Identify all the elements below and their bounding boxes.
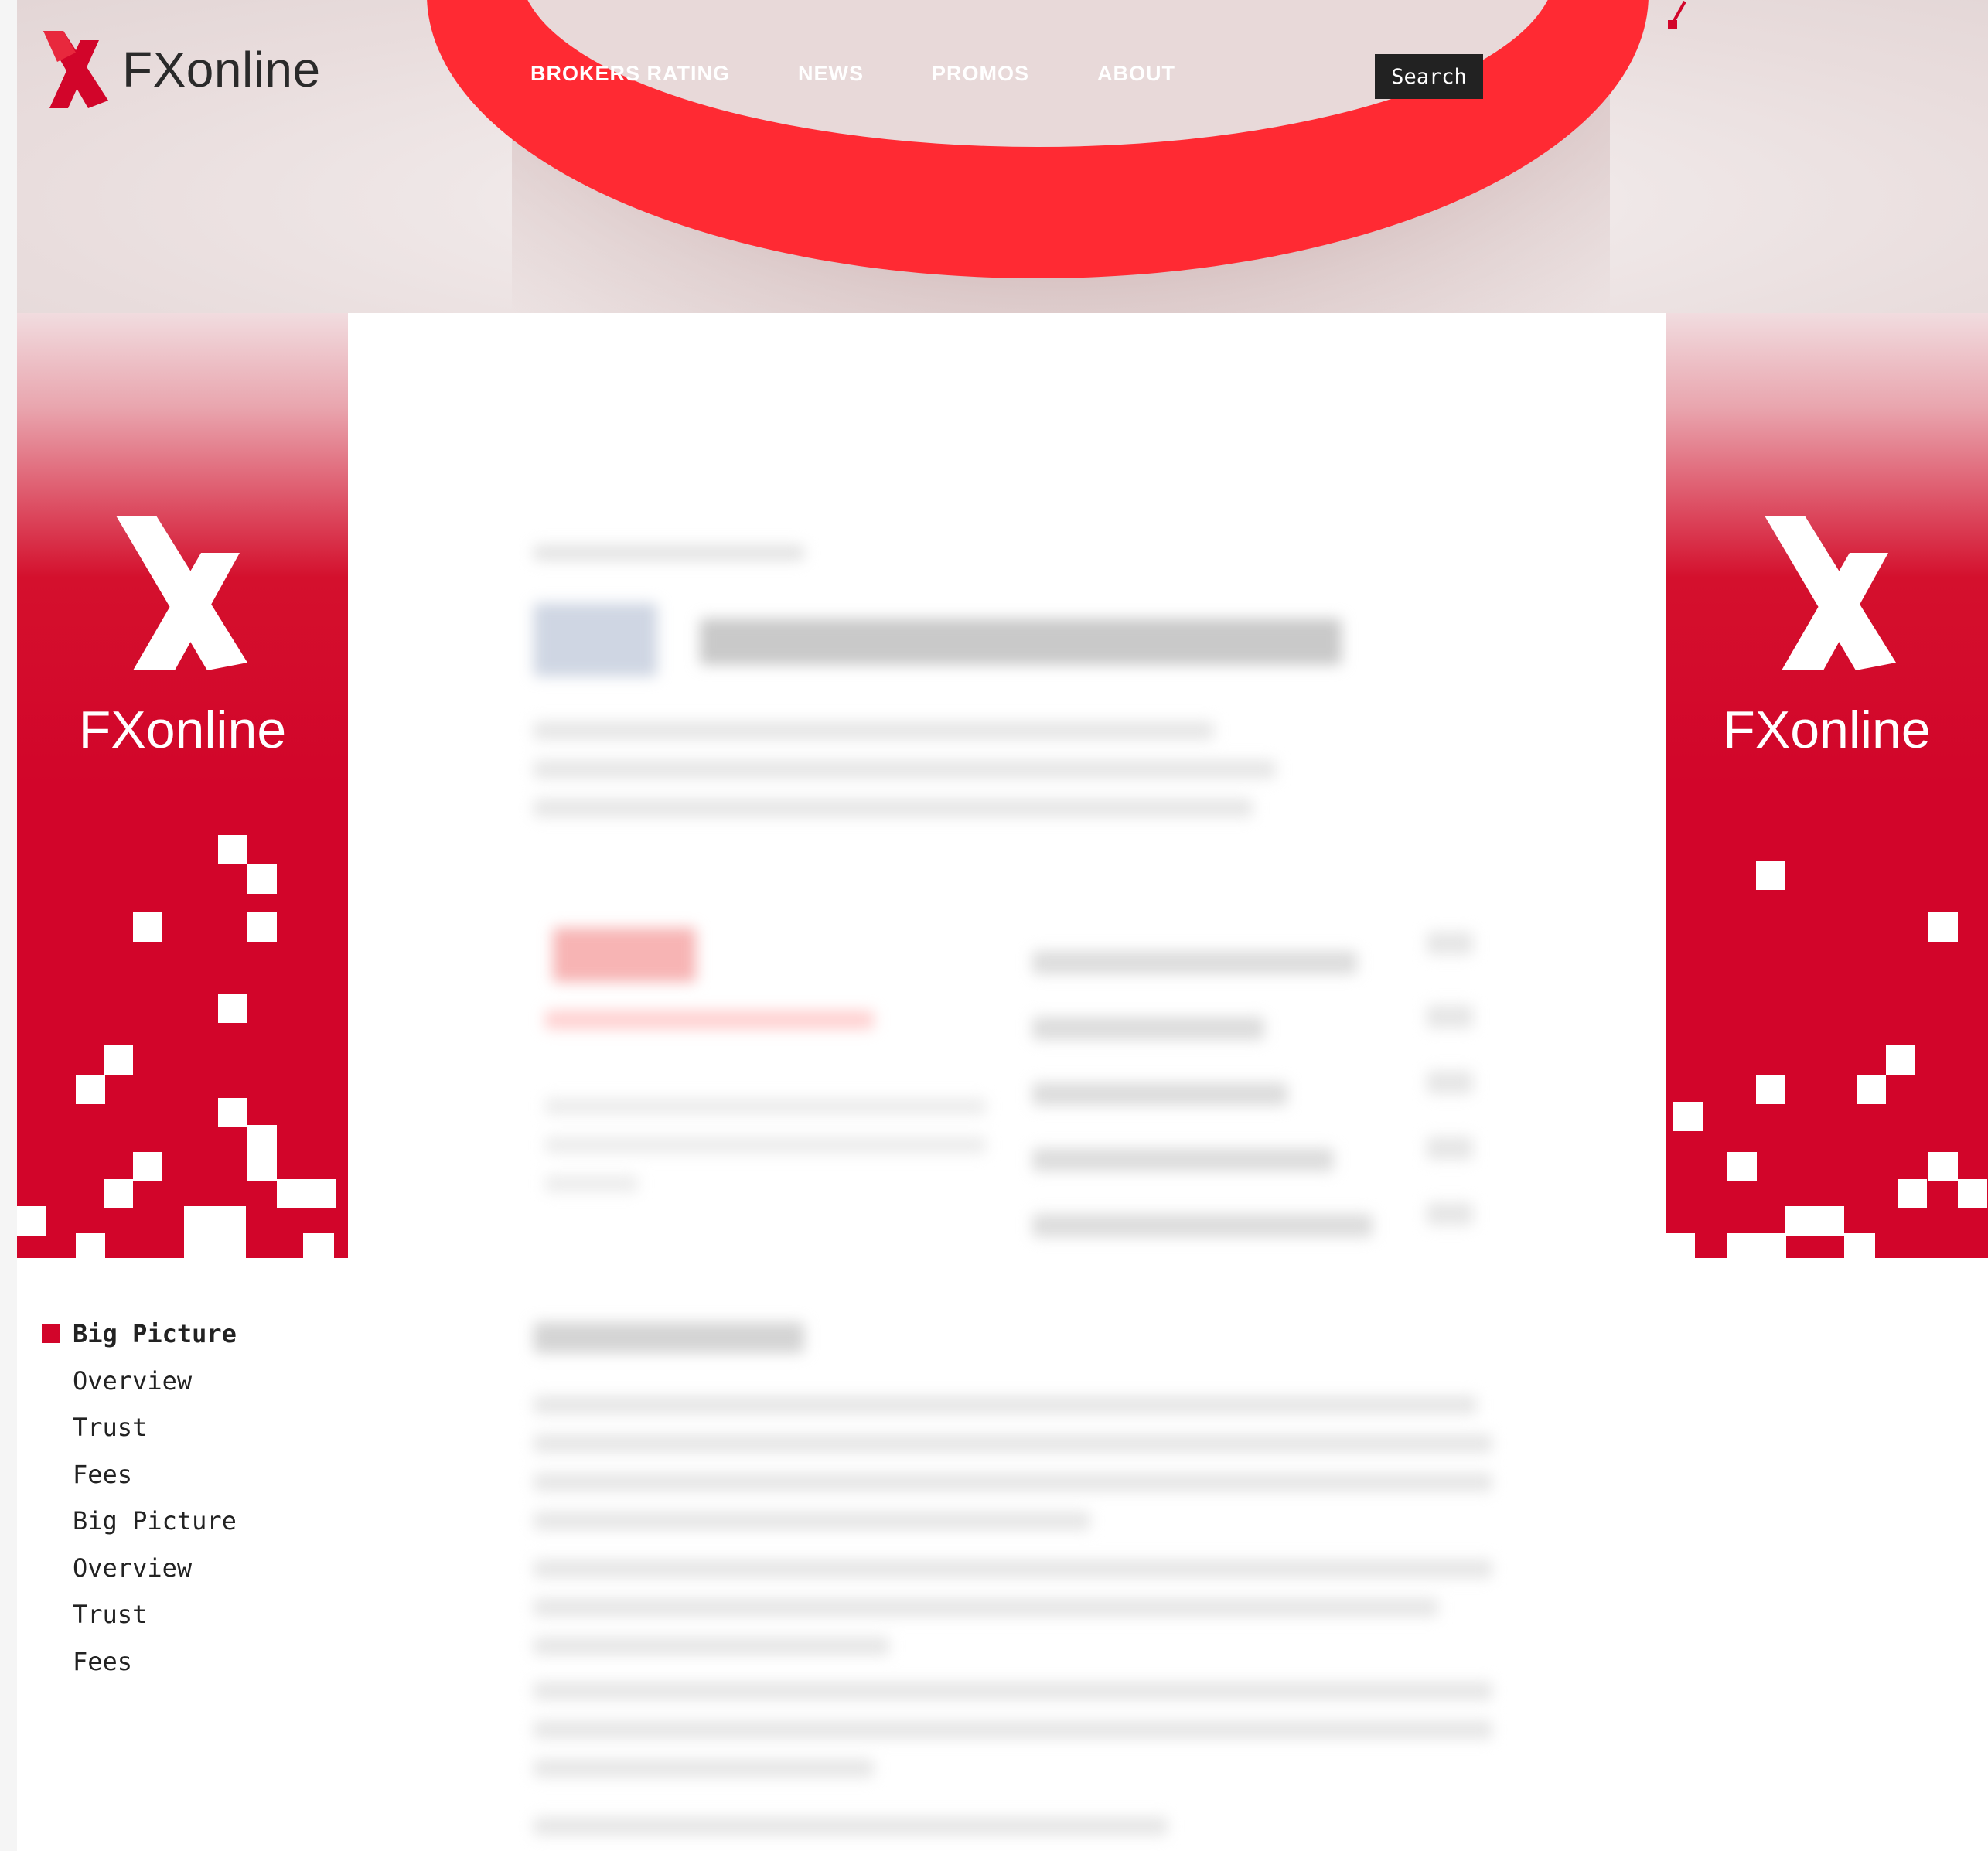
right-side-ad[interactable]: FXonline — [1666, 313, 1988, 1258]
toc-item-overview[interactable]: Overview — [40, 1365, 237, 1413]
nav-about[interactable]: ABOUT — [1097, 62, 1175, 86]
logo-text: FXonline — [122, 42, 321, 97]
toc-item-label: Big Picture — [73, 1506, 237, 1536]
toc-item-label: Trust — [73, 1413, 148, 1442]
table-of-contents: Big Picture Overview Trust Fees Big Pict… — [40, 1318, 237, 1692]
toc-item-trust[interactable]: Trust — [40, 1599, 237, 1646]
toc-item-fees[interactable]: Fees — [40, 1459, 237, 1506]
x-logo-icon — [1765, 516, 1896, 670]
toc-item-label: Fees — [73, 1646, 133, 1676]
nav-promos[interactable]: PROMOS — [932, 62, 1029, 86]
left-side-ad[interactable]: FXonline — [17, 313, 348, 1258]
toc-item-label: Trust — [73, 1600, 148, 1629]
site-logo[interactable]: FXonline — [40, 31, 321, 108]
corner-mark-icon — [1668, 1, 1686, 29]
nav-news[interactable]: NEWS — [798, 62, 864, 86]
toc-item-label: Fees — [73, 1459, 133, 1489]
search-button[interactable]: Search — [1375, 54, 1483, 99]
toc-item-trust[interactable]: Trust — [40, 1412, 237, 1459]
active-bullet-icon — [42, 1324, 60, 1343]
x-logo-icon — [116, 516, 247, 670]
side-ad-brand: FXonline — [78, 701, 287, 759]
toc-item-label: Overview — [73, 1553, 193, 1583]
toc-item-fees[interactable]: Fees — [40, 1646, 237, 1693]
toc-item-big-picture[interactable]: Big Picture — [40, 1318, 237, 1365]
nav-brokers-rating[interactable]: BROKERS RATING — [530, 62, 730, 86]
toc-item-overview[interactable]: Overview — [40, 1553, 237, 1600]
x-logo-icon — [43, 31, 108, 108]
left-gutter — [0, 0, 17, 1851]
main-nav: BROKERS RATING NEWS PROMOS ABOUT — [530, 62, 1243, 86]
toc-item-label: Big Picture — [73, 1319, 237, 1348]
side-ad-brand: FXonline — [1723, 701, 1931, 759]
toc-item-label: Overview — [73, 1365, 193, 1396]
main-content-card — [348, 313, 1666, 1851]
toc-item-big-picture[interactable]: Big Picture — [40, 1505, 237, 1553]
